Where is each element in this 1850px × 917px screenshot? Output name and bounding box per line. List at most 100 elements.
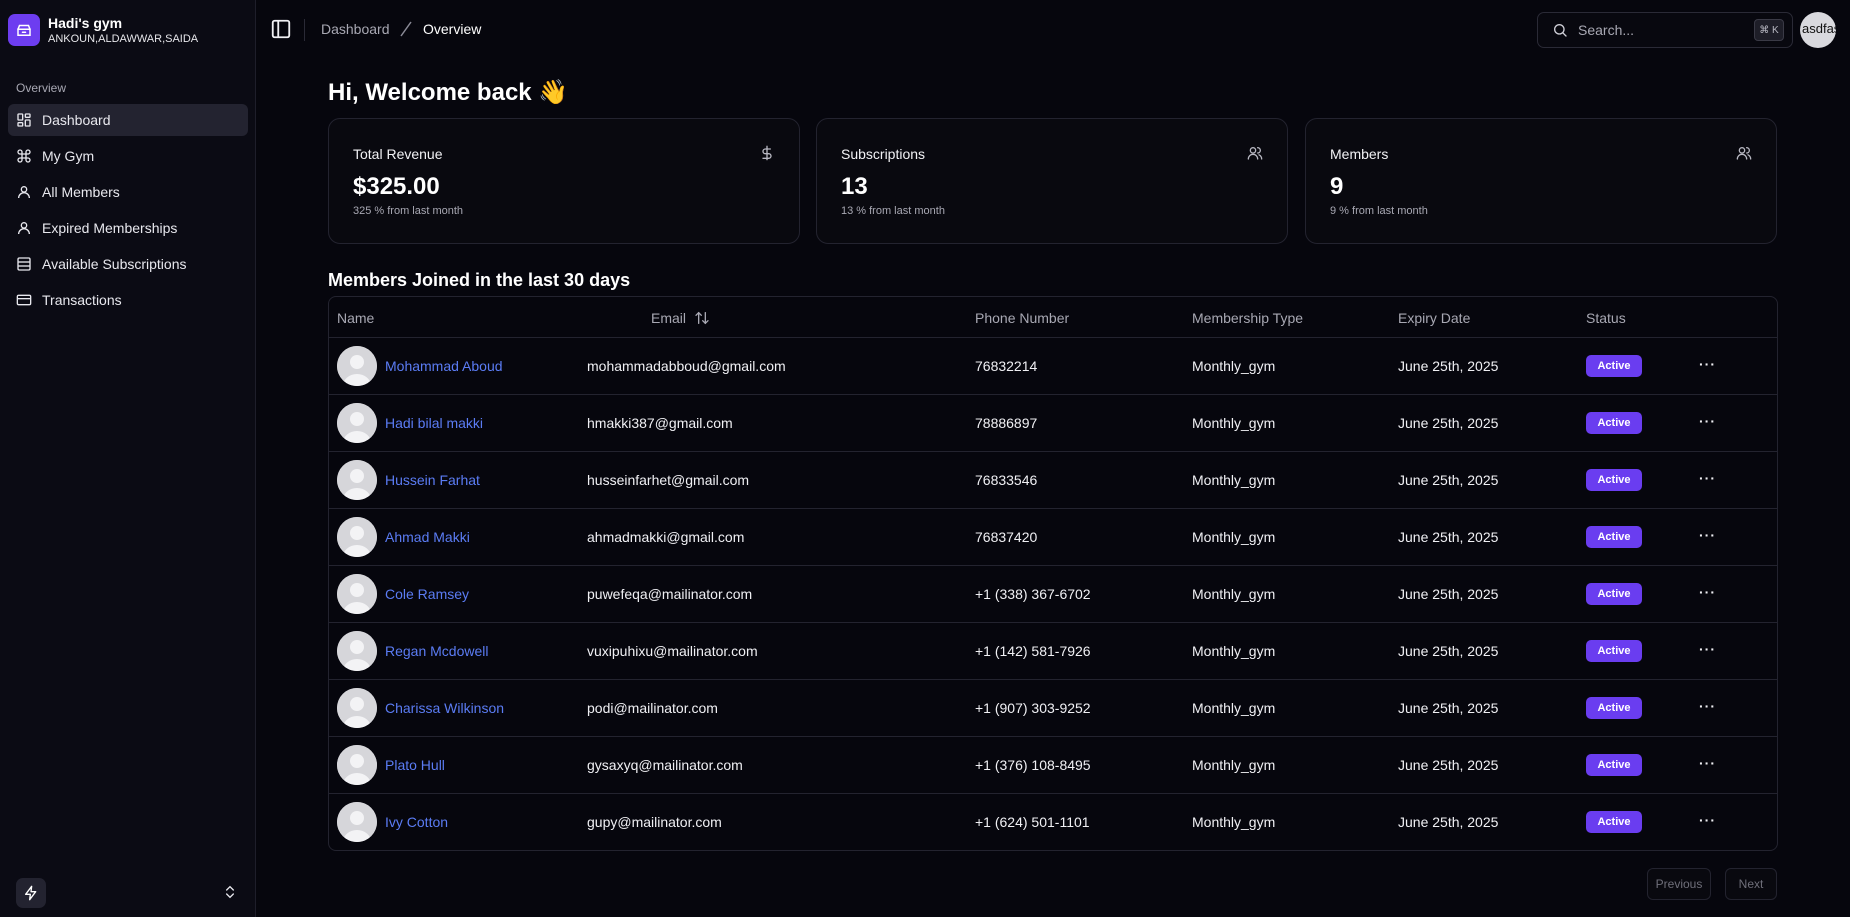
member-name-link[interactable]: Ivy Cotton bbox=[385, 814, 448, 830]
member-avatar bbox=[337, 802, 377, 842]
search-placeholder: Search... bbox=[1578, 22, 1635, 38]
sidebar-item-my-gym[interactable]: My Gym bbox=[8, 140, 248, 172]
row-actions-button[interactable]: ··· bbox=[1699, 812, 1716, 828]
row-actions-button[interactable]: ··· bbox=[1699, 470, 1716, 486]
sidebar-item-dashboard[interactable]: Dashboard bbox=[8, 104, 248, 136]
member-avatar bbox=[337, 688, 377, 728]
card-members: Members 9 9 % from last month bbox=[1305, 118, 1777, 244]
breadcrumb-dashboard[interactable]: Dashboard bbox=[321, 21, 390, 37]
card-subtext: 9 % from last month bbox=[1330, 205, 1428, 217]
gym-switcher[interactable]: Hadi's gym ANKOUN,ALDAWWAR,SAIDA bbox=[8, 14, 198, 46]
sidebar: Hadi's gym ANKOUN,ALDAWWAR,SAIDA Overvie… bbox=[0, 0, 256, 917]
row-actions-button[interactable]: ··· bbox=[1699, 356, 1716, 372]
card-subtext: 325 % from last month bbox=[353, 205, 464, 217]
column-header-membership-type: Membership Type bbox=[1192, 310, 1304, 326]
status-badge: Active bbox=[1586, 583, 1642, 605]
sidebar-item-all-members[interactable]: All Members bbox=[8, 176, 248, 208]
row-actions-button[interactable]: ··· bbox=[1699, 413, 1716, 429]
member-name-link[interactable]: Hussein Farhat bbox=[385, 472, 480, 488]
column-header-email-label: Email bbox=[651, 310, 687, 326]
members-table-title: Members Joined in the last 30 days bbox=[328, 270, 631, 290]
member-email: vuxipuhixu@mailinator.com bbox=[587, 643, 758, 659]
card-value: 13 bbox=[841, 173, 868, 200]
member-membership-type: Monthly_gym bbox=[1192, 472, 1276, 488]
users-icon bbox=[1247, 145, 1263, 164]
breadcrumb-separator-icon bbox=[398, 20, 414, 41]
member-avatar bbox=[337, 460, 377, 500]
member-phone: 76832214 bbox=[975, 358, 1038, 374]
member-email: puwefeqa@mailinator.com bbox=[587, 586, 753, 602]
member-email: mohammadabboud@gmail.com bbox=[587, 358, 786, 374]
member-avatar bbox=[337, 631, 377, 671]
welcome-heading: Hi, Welcome back 👋 bbox=[328, 79, 569, 106]
app-logo-icon[interactable] bbox=[16, 878, 46, 908]
sidebar-item-label: Expired Memberships bbox=[42, 220, 178, 236]
chevrons-up-down-icon[interactable] bbox=[222, 884, 238, 903]
row-actions-button[interactable]: ··· bbox=[1699, 584, 1716, 600]
member-membership-type: Monthly_gym bbox=[1192, 814, 1276, 830]
row-actions-button[interactable]: ··· bbox=[1699, 641, 1716, 657]
row-actions-button[interactable]: ··· bbox=[1699, 755, 1716, 771]
table-row: Hadi bilal makki hmakki387@gmail.com 78886… bbox=[329, 395, 1777, 452]
column-header-name: Name bbox=[337, 310, 375, 326]
member-phone: +1 (907) 303-9252 bbox=[975, 700, 1091, 716]
sidebar-item-transactions[interactable]: Transactions bbox=[8, 284, 248, 316]
table-row: Hussein Farhat husseinfarhet@gmail.com 768… bbox=[329, 452, 1777, 509]
table-row: Cole Ramsey puwefeqa@mailinator.com +1 (33… bbox=[329, 566, 1777, 623]
column-header-expiry-date: Expiry Date bbox=[1398, 310, 1471, 326]
member-email: gysaxyq@mailinator.com bbox=[587, 757, 743, 773]
row-actions-button[interactable]: ··· bbox=[1699, 698, 1716, 714]
column-header-status: Status bbox=[1586, 310, 1626, 326]
member-name-link[interactable]: Ahmad Makki bbox=[385, 529, 470, 545]
gym-logo-icon bbox=[8, 14, 40, 46]
card-value: $325.00 bbox=[353, 173, 440, 200]
status-badge: Active bbox=[1586, 754, 1642, 776]
member-name-link[interactable]: Hadi bilal makki bbox=[385, 415, 483, 431]
card-total-revenue: Total Revenue $325.00 325 % from last mo… bbox=[328, 118, 800, 244]
status-badge: Active bbox=[1586, 469, 1642, 491]
members-table: Name Email Phone Number Membership Type … bbox=[328, 296, 1778, 851]
previous-page-button[interactable]: Previous bbox=[1647, 868, 1711, 900]
member-membership-type: Monthly_gym bbox=[1192, 415, 1276, 431]
member-email: gupy@mailinator.com bbox=[587, 814, 722, 830]
sidebar-item-expired-memberships[interactable]: Expired Memberships bbox=[8, 212, 248, 244]
table-row: Mohammad Aboud mohammadabboud@gmail.com 76… bbox=[329, 338, 1777, 395]
member-membership-type: Monthly_gym bbox=[1192, 700, 1276, 716]
table-row: Plato Hull gysaxyq@mailinator.com +1 (376)… bbox=[329, 737, 1777, 794]
table-header: Name Email Phone Number Membership Type … bbox=[329, 297, 1777, 338]
column-header-email[interactable]: Email bbox=[651, 310, 710, 326]
card-value: 9 bbox=[1330, 173, 1344, 200]
user-avatar[interactable]: asdfas bbox=[1800, 12, 1836, 48]
search-icon bbox=[1554, 24, 1567, 37]
sidebar-toggle-icon[interactable] bbox=[270, 18, 292, 43]
search-input[interactable]: Search... ⌘ K bbox=[1537, 12, 1793, 48]
status-badge: Active bbox=[1586, 526, 1642, 548]
credit-card-icon bbox=[16, 294, 32, 306]
column-header-phone: Phone Number bbox=[975, 310, 1070, 326]
member-name-link[interactable]: Cole Ramsey bbox=[385, 586, 469, 602]
table-row: Ahmad Makki ahmadmakki@gmail.com 76837420 M… bbox=[329, 509, 1777, 566]
member-email: husseinfarhet@gmail.com bbox=[587, 472, 750, 488]
status-badge: Active bbox=[1586, 640, 1642, 662]
table-row: Regan Mcdowell vuxipuhixu@mailinator.com +… bbox=[329, 623, 1777, 680]
sidebar-item-label: Available Subscriptions bbox=[42, 256, 187, 272]
member-membership-type: Monthly_gym bbox=[1192, 586, 1276, 602]
table-body: Mohammad Aboud mohammadabboud@gmail.com 76… bbox=[329, 338, 1777, 850]
member-phone: +1 (142) 581-7926 bbox=[975, 643, 1091, 659]
member-name-link[interactable]: Regan Mcdowell bbox=[385, 643, 489, 659]
dashboard-icon bbox=[17, 113, 31, 127]
users-icon bbox=[1736, 145, 1752, 164]
member-name-link[interactable]: Plato Hull bbox=[385, 757, 445, 773]
member-name-link[interactable]: Mohammad Aboud bbox=[385, 358, 503, 374]
table-row: Ivy Cotton gupy@mailinator.com +1 (624) 50… bbox=[329, 794, 1777, 850]
gym-location: ANKOUN,ALDAWWAR,SAIDA bbox=[48, 32, 199, 45]
member-expiry-date: June 25th, 2025 bbox=[1398, 586, 1499, 602]
next-page-button[interactable]: Next bbox=[1725, 868, 1777, 900]
member-name-link[interactable]: Charissa Wilkinson bbox=[385, 700, 504, 716]
row-actions-button[interactable]: ··· bbox=[1699, 527, 1716, 543]
sidebar-item-available-subscriptions[interactable]: Available Subscriptions bbox=[8, 248, 248, 280]
member-phone: +1 (624) 501-1101 bbox=[975, 814, 1090, 830]
sort-icon bbox=[695, 311, 709, 325]
sidebar-item-label: My Gym bbox=[42, 148, 95, 164]
member-expiry-date: June 25th, 2025 bbox=[1398, 472, 1499, 488]
